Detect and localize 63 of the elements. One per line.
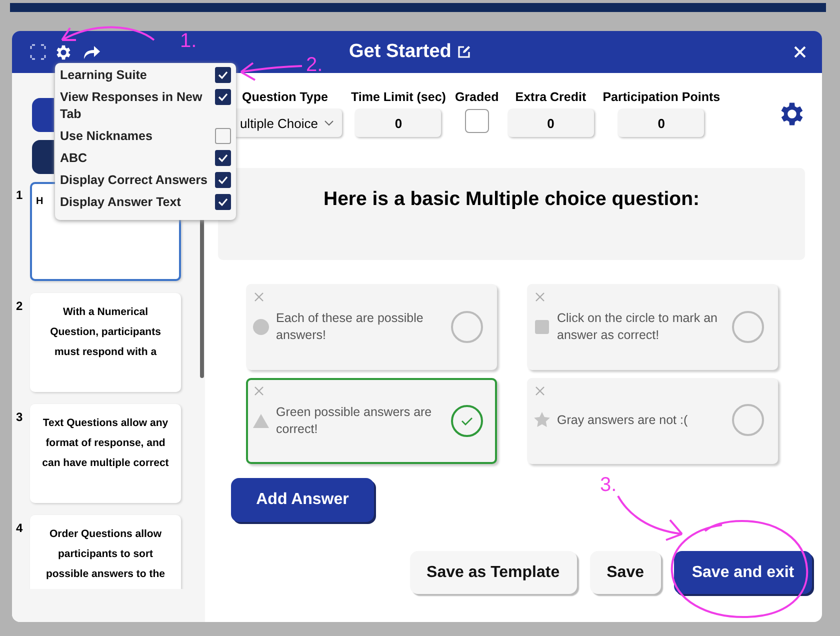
menu-checkbox[interactable] [215,150,231,166]
answer-text: Click on the circle to mark an answer as correct! [557,310,718,344]
sidebar-button[interactable] [32,140,54,174]
close-icon[interactable] [793,45,807,59]
sidebar-button[interactable] [32,98,54,132]
menu-item-label: Display Answer Text [60,194,182,211]
answer-card[interactable]: Each of these are possible answers! [246,284,497,370]
menu-item-label: View Responses in New Tab [60,89,204,123]
add-answer-button[interactable]: Add Answer [231,478,374,522]
field-label: Graded [454,90,499,104]
annotation-number: 2. [306,54,323,77]
question-number: 4 [15,520,24,537]
answer-card[interactable]: Gray answers are not :( [527,378,778,464]
menu-item-label: ABC [60,150,88,167]
field-label: Participation Points [602,90,720,104]
graded-checkbox[interactable] [464,109,489,133]
annotation-arrow [238,60,304,82]
menu-checkbox[interactable] [215,172,231,188]
settings-icon[interactable] [54,42,73,62]
redo-icon[interactable] [81,43,101,61]
correct-radio[interactable] [451,311,483,343]
menu-checkbox[interactable] [215,194,231,210]
number-field[interactable]: 0 [618,109,704,137]
question-card[interactable]: Order Questions allow participants to sort possible answers to the [30,515,181,589]
question-text: Here is a basic Multiple choice question: [323,188,700,212]
save-button[interactable]: Save as Template [410,551,577,594]
annotation-number: 3. [600,474,617,497]
check-icon [460,416,474,426]
answer-text: Green possible answers are correct! [276,404,433,438]
menu-item-label: Use Nicknames [60,128,154,145]
question-text-box[interactable]: Here is a basic Multiple choice question: [218,168,805,260]
question-number: 1 [15,187,24,204]
answer-card[interactable]: Green possible answers are correct! [246,378,497,464]
annotation-number: 1. [180,30,197,53]
edit-icon[interactable] [457,45,472,59]
star-icon [533,411,551,429]
question-number: 2 [15,298,24,315]
save-and-exit-button[interactable]: Save and exit [674,551,812,594]
question-card[interactable]: Text Questions allow any format of response, and can have multiple correct [30,404,181,503]
chevron-down-icon [324,120,334,126]
question-card[interactable]: With a Numerical Question, participants must respond with a [30,293,181,392]
correct-radio[interactable] [732,311,764,343]
expand-icon[interactable] [30,44,46,60]
correct-radio[interactable] [732,404,764,436]
field-label: Extra Credit [515,90,586,104]
answer-text: Each of these are possible answers! [276,310,424,344]
menu-item-label: Learning Suite [60,67,148,84]
field-label: Time Limit (sec) [351,90,446,104]
menu-checkbox[interactable] [215,128,231,144]
answer-card[interactable]: Click on the circle to mark an answer as correct! [527,284,778,370]
correct-radio[interactable] [451,405,483,437]
answer-text: Gray answers are not :( [557,412,689,428]
number-field[interactable]: 0 [355,109,442,137]
number-field[interactable]: 0 [508,109,594,137]
menu-checkbox[interactable] [215,67,231,83]
menu-checkbox[interactable] [215,89,231,105]
question-number: 3 [15,409,24,426]
save-button[interactable]: Save [590,551,661,594]
square-icon [533,318,551,336]
triangle-icon [252,412,270,430]
field-label: Question Type [242,90,328,104]
window-title: Get Started [349,41,452,63]
circle-icon [252,318,270,336]
